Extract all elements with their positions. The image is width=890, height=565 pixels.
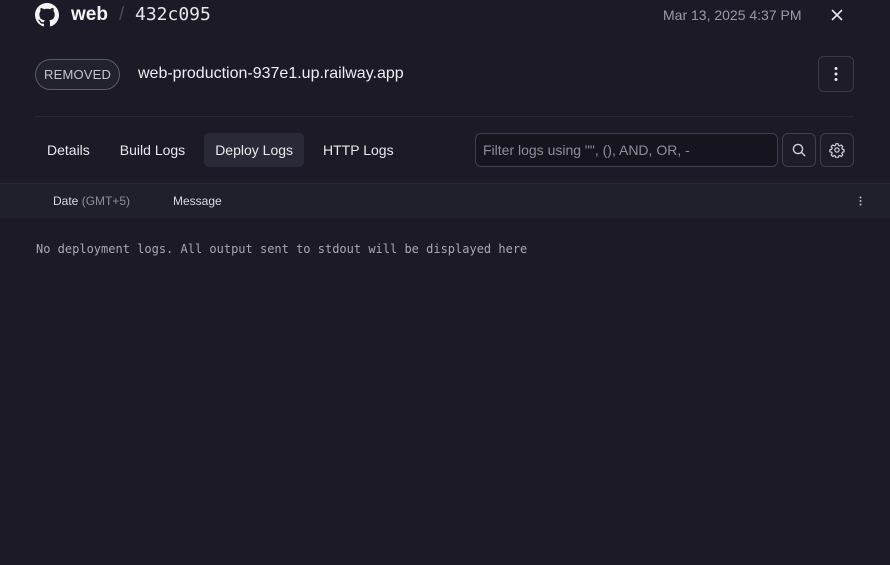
breadcrumb-separator: / <box>119 4 125 25</box>
search-icon <box>792 143 806 157</box>
message-column-header[interactable]: Message <box>173 194 222 208</box>
settings-button[interactable] <box>820 133 854 167</box>
status-badge: REMOVED <box>35 59 121 90</box>
deployment-timestamp: Mar 13, 2025 4:37 PM <box>663 7 802 23</box>
tab-build-logs[interactable]: Build Logs <box>109 133 196 167</box>
log-filter-input[interactable] <box>475 133 778 167</box>
more-vertical-icon <box>859 196 861 206</box>
section-divider <box>35 116 854 117</box>
more-options-button[interactable] <box>818 56 854 92</box>
log-viewer[interactable]: No deployment logs. All output sent to s… <box>0 218 890 565</box>
close-icon <box>831 9 843 21</box>
empty-logs-message: No deployment logs. All output sent to s… <box>36 242 528 256</box>
gear-icon <box>829 143 845 158</box>
service-name[interactable]: web <box>71 4 108 26</box>
commit-hash[interactable]: 432c095 <box>135 4 211 25</box>
date-column-header[interactable]: Date (GMT+5) <box>53 194 130 208</box>
more-vertical-icon <box>834 67 838 81</box>
column-options-button[interactable] <box>853 194 867 208</box>
header-bar: web / 432c095 Mar 13, 2025 4:37 PM <box>0 0 890 30</box>
tab-bar: Details Build Logs Deploy Logs HTTP Logs <box>36 133 413 167</box>
tab-details[interactable]: Details <box>36 133 101 167</box>
tab-http-logs[interactable]: HTTP Logs <box>312 133 405 167</box>
date-column-label: Date <box>53 194 79 208</box>
log-table-header: Date (GMT+5) Message <box>0 183 890 218</box>
github-icon <box>35 3 59 27</box>
close-button[interactable] <box>826 4 848 26</box>
tab-deploy-logs[interactable]: Deploy Logs <box>204 133 305 167</box>
search-button[interactable] <box>782 133 816 167</box>
deployment-url[interactable]: web-production-937e1.up.railway.app <box>138 65 404 83</box>
timezone-label: (GMT+5) <box>81 194 131 208</box>
